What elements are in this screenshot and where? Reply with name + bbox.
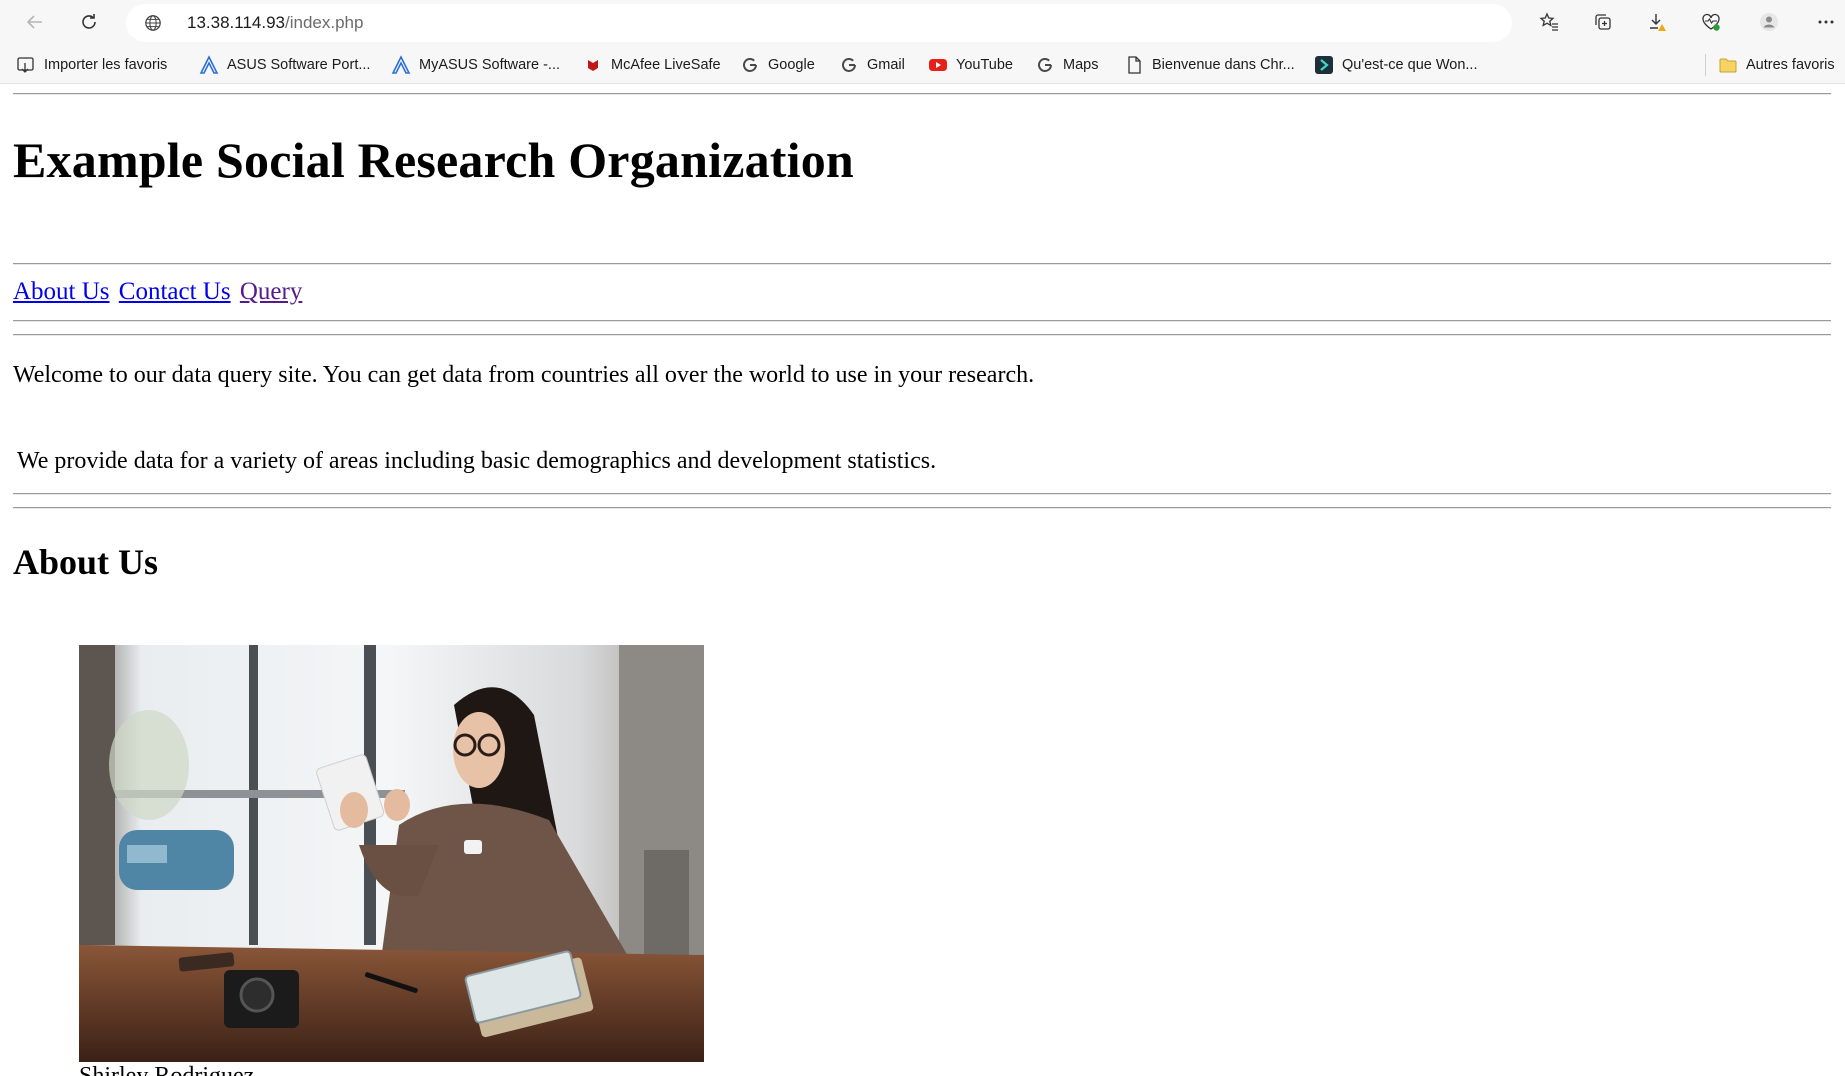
import-icon xyxy=(16,55,36,75)
browser-toolbar: 13.38.114.93/index.php xyxy=(0,0,1845,44)
favorites-button[interactable] xyxy=(1533,6,1565,38)
collections-icon xyxy=(1595,14,1611,30)
bookmark-bienvenue-chrome[interactable]: Bienvenue dans Chr... xyxy=(1124,54,1295,76)
bookmark-label: ASUS Software Port... xyxy=(227,57,371,73)
staff-name-caption: Shirley Rodriguez xyxy=(79,1063,255,1076)
divider xyxy=(13,263,1831,265)
url-path: /index.php xyxy=(285,13,364,32)
other-favorites-folder[interactable]: Autres favoris xyxy=(1718,54,1835,76)
page-icon xyxy=(1124,55,1144,75)
bookmarks-bar: Importer les favoris ASUS Software Port.… xyxy=(0,44,1845,84)
bookmark-label: Importer les favoris xyxy=(44,57,168,73)
bookmark-maps[interactable]: Maps xyxy=(1035,54,1098,76)
more-dots-icon xyxy=(1818,20,1834,24)
bookmark-youtube[interactable]: YouTube xyxy=(928,54,1013,76)
site-nav: About Us Contact Us Query xyxy=(13,278,305,306)
bookmark-mcafee-livesafe[interactable]: McAfee LiveSafe xyxy=(583,54,721,76)
page-title: Example Social Research Organization xyxy=(13,132,854,188)
bookmark-label: Gmail xyxy=(867,57,905,73)
bookmark-label: YouTube xyxy=(956,57,1013,73)
google-icon xyxy=(740,55,760,75)
divider xyxy=(13,507,1831,509)
collections-button[interactable] xyxy=(1587,6,1619,38)
welcome-text: Welcome to our data query site. You can … xyxy=(13,362,1035,388)
bookmarks-divider xyxy=(1705,54,1706,76)
bookmark-label: Qu'est-ce que Won... xyxy=(1342,57,1478,73)
bookmark-import[interactable]: Importer les favoris xyxy=(16,54,167,76)
divider xyxy=(13,320,1831,322)
back-arrow-icon xyxy=(26,15,42,29)
bookmark-label: McAfee LiveSafe xyxy=(611,57,721,73)
nav-contact-us-link[interactable]: Contact Us xyxy=(119,278,231,305)
wondershare-icon xyxy=(1314,55,1334,75)
bookmark-label: Google xyxy=(768,57,815,73)
url-host: 13.38.114.93 xyxy=(187,13,285,32)
bookmark-myasus-software[interactable]: MyASUS Software -... xyxy=(391,54,560,76)
bookmark-label: Maps xyxy=(1063,57,1099,73)
back-button[interactable] xyxy=(19,6,51,38)
settings-more-button[interactable] xyxy=(1810,6,1842,38)
other-favorites-label: Autres favoris xyxy=(1746,57,1835,73)
asus-icon xyxy=(391,55,411,75)
divider xyxy=(13,334,1831,336)
star-list-icon xyxy=(1539,12,1558,31)
bookmark-gmail[interactable]: Gmail xyxy=(839,54,905,76)
refresh-icon xyxy=(82,14,96,29)
browser-essentials-button[interactable] xyxy=(1695,6,1727,38)
bookmark-google[interactable]: Google xyxy=(740,54,815,76)
staff-photo xyxy=(79,645,704,1062)
google-icon xyxy=(1035,55,1055,75)
bookmark-wondershare[interactable]: Qu'est-ce que Won... xyxy=(1314,54,1477,76)
url-text: 13.38.114.93/index.php xyxy=(187,13,363,33)
download-icon xyxy=(1650,14,1666,31)
asus-icon xyxy=(199,55,219,75)
about-us-heading: About Us xyxy=(13,542,159,582)
google-icon xyxy=(839,55,859,75)
provide-text: We provide data for a variety of areas i… xyxy=(17,448,937,474)
nav-query-link[interactable]: Query xyxy=(240,278,302,305)
address-bar[interactable]: 13.38.114.93/index.php xyxy=(126,4,1512,42)
youtube-icon xyxy=(928,55,948,75)
profile-button[interactable] xyxy=(1753,6,1785,38)
globe-icon xyxy=(145,15,161,31)
bookmark-label: MyASUS Software -... xyxy=(419,57,561,73)
bookmark-label: Bienvenue dans Chr... xyxy=(1152,57,1295,73)
downloads-button[interactable] xyxy=(1641,6,1673,38)
divider xyxy=(13,93,1831,95)
divider xyxy=(13,493,1831,495)
nav-about-us-link[interactable]: About Us xyxy=(13,278,110,305)
refresh-button[interactable] xyxy=(73,6,105,38)
mcafee-icon xyxy=(583,55,603,75)
folder-icon xyxy=(1718,55,1738,75)
avatar-icon xyxy=(1760,13,1778,31)
bookmark-asus-software-portal[interactable]: ASUS Software Port... xyxy=(199,54,370,76)
heart-pulse-icon xyxy=(1702,13,1720,31)
